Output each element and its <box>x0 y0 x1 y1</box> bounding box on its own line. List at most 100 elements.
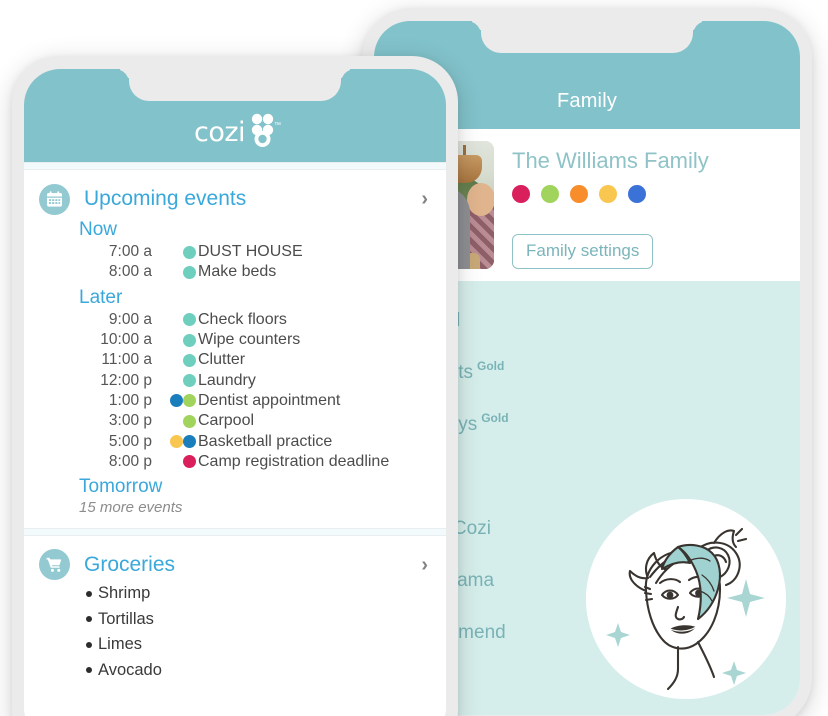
event-color-dots <box>152 265 197 279</box>
groceries-header[interactable]: Groceries › <box>24 549 446 581</box>
event-row[interactable]: 1:00 p Dentist appointment <box>24 391 446 411</box>
grocery-item-label: Limes <box>98 635 143 654</box>
event-title: DUST HOUSE <box>198 243 303 261</box>
screenshot-stage: Family The Williams Family Family settin… <box>0 0 828 716</box>
event-time: 8:00 p <box>108 452 152 470</box>
event-group-label-now: Now <box>79 219 118 240</box>
event-row[interactable]: 10:00 a Wipe counters <box>24 330 446 350</box>
chevron-right-icon[interactable]: › <box>421 189 430 209</box>
cozi-flower-icon <box>251 113 274 147</box>
front-phone-frame: cozi ™ Upcoming events › Now 7:00 a DUST… <box>12 56 458 716</box>
event-row[interactable]: 9:00 a Check floors <box>24 310 446 330</box>
upcoming-events-header[interactable]: Upcoming events › <box>24 183 446 215</box>
event-time: 5:00 p <box>108 432 152 450</box>
event-title: Check floors <box>198 310 287 328</box>
event-color-dots <box>152 374 197 388</box>
grocery-list: Shrimp Tortillas Limes Avocado <box>24 581 446 683</box>
event-time: 3:00 p <box>108 412 152 430</box>
grocery-item[interactable]: Avocado <box>24 657 446 683</box>
calendar-icon <box>39 183 70 215</box>
event-time: 8:00 a <box>108 263 152 281</box>
cozi-logo-text: cozi <box>194 117 246 148</box>
event-title: Basketball practice <box>198 432 333 450</box>
front-screen-body: Upcoming events › Now 7:00 a DUST HOUSE 8:0… <box>24 162 446 716</box>
bullet-icon <box>86 667 92 674</box>
grocery-item-label: Shrimp <box>98 584 151 603</box>
family-member-dot-1[interactable] <box>512 185 530 203</box>
event-time: 12:00 p <box>100 371 152 389</box>
grocery-item[interactable]: Shrimp <box>24 581 446 607</box>
event-color-dots <box>152 353 197 367</box>
bullet-icon <box>86 590 92 597</box>
event-color-dot <box>183 353 196 367</box>
family-name: The Williams Family <box>512 148 709 173</box>
event-title: Camp registration deadline <box>198 452 390 470</box>
gold-badge: Gold <box>481 411 509 425</box>
family-info: The Williams Family Family settings <box>494 141 800 269</box>
section-divider <box>24 527 446 536</box>
event-title: Carpool <box>198 412 255 430</box>
grocery-item-label: Tortillas <box>98 609 154 628</box>
family-page-title: Family <box>556 90 618 112</box>
event-row[interactable]: 5:00 p Basketball practice <box>24 431 446 451</box>
event-time: 11:00 a <box>101 351 152 369</box>
event-row[interactable]: 11:00 a Clutter <box>24 350 446 370</box>
event-time: 10:00 a <box>100 331 152 349</box>
shopping-cart-icon <box>39 549 70 581</box>
event-group-label-tomorrow: Tomorrow <box>79 475 163 497</box>
groceries-card: Groceries › Shrimp Tortillas Limes Avocado <box>24 536 446 683</box>
family-member-dot-2[interactable] <box>541 185 559 203</box>
event-color-dot <box>183 265 196 279</box>
event-groups: Now 7:00 a DUST HOUSE 8:00 a Make beds Later 9… <box>24 215 446 516</box>
event-title: Laundry <box>198 371 256 389</box>
top-divider <box>24 162 446 170</box>
family-member-dot-3[interactable] <box>570 185 588 203</box>
event-title: Make beds <box>198 263 277 281</box>
event-title: Clutter <box>198 351 246 369</box>
event-group-label-later: Later <box>79 286 123 308</box>
chevron-right-icon[interactable]: › <box>421 555 430 575</box>
family-member-dot-4[interactable] <box>599 185 617 203</box>
event-time: 9:00 a <box>108 310 152 328</box>
event-color-dots <box>152 455 197 469</box>
event-color-dots <box>152 394 197 408</box>
grocery-item[interactable]: Tortillas <box>24 606 446 632</box>
event-row[interactable]: 8:00 p Camp registration deadline <box>24 452 446 472</box>
more-events-note: 15 more events <box>79 498 183 516</box>
event-color-dots <box>152 313 197 327</box>
upcoming-events-card: Upcoming events › Now 7:00 a DUST HOUSE 8:0… <box>24 170 446 516</box>
event-color-dots <box>152 435 197 449</box>
event-color-dot <box>183 245 196 259</box>
event-color-dot <box>183 333 196 347</box>
event-time: 7:00 a <box>108 243 152 261</box>
event-color-dots <box>152 333 197 347</box>
event-title: Wipe counters <box>198 331 301 349</box>
event-row[interactable]: 12:00 p Laundry <box>24 370 446 390</box>
upcoming-events-title: Upcoming events <box>84 187 247 210</box>
event-color-dot <box>170 394 183 408</box>
event-color-dot <box>170 435 183 449</box>
front-phone-screen: cozi ™ Upcoming events › Now 7:00 a DUST… <box>24 69 446 716</box>
gold-badge: Gold <box>476 359 505 373</box>
event-color-dot <box>183 435 196 449</box>
family-member-color-dots <box>512 185 800 203</box>
event-color-dots <box>152 414 197 428</box>
event-title: Dentist appointment <box>198 391 341 409</box>
cozi-mama-illustration <box>586 499 786 699</box>
event-row[interactable]: 7:00 a DUST HOUSE <box>24 242 446 262</box>
event-row[interactable]: 3:00 p Carpool <box>24 411 446 431</box>
event-color-dots <box>152 245 197 259</box>
bullet-icon <box>86 641 92 648</box>
cozi-logo: cozi ™ <box>194 113 281 149</box>
groceries-title: Groceries <box>84 552 176 576</box>
event-color-dot <box>183 313 196 327</box>
front-phone-notch <box>129 69 341 101</box>
family-member-dot-5[interactable] <box>628 185 646 203</box>
event-row[interactable]: 8:00 a Make beds <box>24 262 446 282</box>
family-settings-button[interactable]: Family settings <box>512 234 654 269</box>
event-color-dot <box>183 414 196 428</box>
event-color-dot <box>183 374 196 388</box>
event-color-dot <box>183 394 196 408</box>
grocery-item[interactable]: Limes <box>24 632 446 658</box>
event-color-dot <box>183 455 196 469</box>
